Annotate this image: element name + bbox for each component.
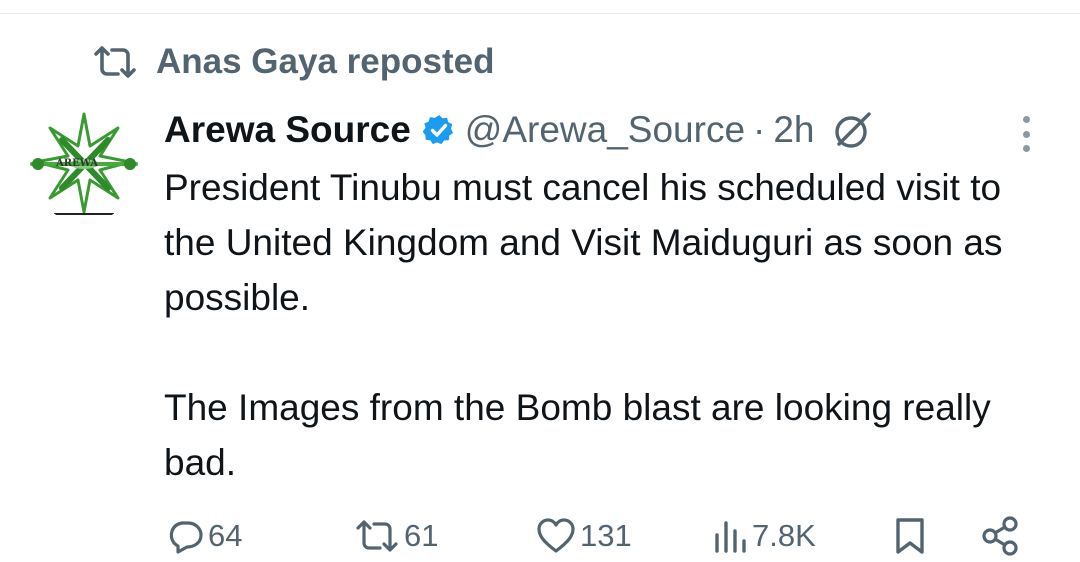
share-icon (980, 515, 1022, 557)
bookmark-button[interactable] (892, 510, 928, 562)
repost-label[interactable]: Anas Gaya reposted (156, 42, 494, 82)
reply-icon (166, 517, 204, 555)
action-bar: 64 61 131 7.8K (0, 510, 1080, 562)
repost-button[interactable]: 61 (354, 510, 438, 562)
views-button[interactable]: 7.8K (712, 510, 816, 562)
bookmark-icon (892, 516, 928, 556)
author-name[interactable]: Arewa Source (164, 109, 411, 151)
repost-icon (92, 45, 138, 79)
tweet-header: Arewa Source @Arewa_Source · 2h (164, 106, 875, 154)
svg-text:AREWA: AREWA (55, 158, 98, 169)
timestamp[interactable]: 2h (773, 109, 814, 151)
repost-context[interactable]: Anas Gaya reposted (92, 40, 494, 84)
author-handle[interactable]: @Arewa_Source (465, 109, 745, 151)
reply-button[interactable]: 64 (166, 510, 242, 562)
heart-icon (536, 517, 576, 555)
tweet-text: President Tinubu must cancel his schedul… (164, 160, 1044, 490)
view-count: 7.8K (752, 518, 816, 553)
like-button[interactable]: 131 (536, 510, 632, 562)
repost-icon (354, 517, 400, 555)
analytics-icon (712, 517, 748, 555)
more-options-icon[interactable] (1016, 112, 1036, 156)
grok-icon[interactable] (831, 108, 875, 152)
reply-count: 64 (208, 518, 243, 553)
tweet-paragraph: President Tinubu must cancel his schedul… (164, 167, 1003, 318)
separator-dot: · (753, 109, 766, 150)
share-button[interactable] (980, 510, 1022, 562)
verified-badge-icon[interactable] (422, 114, 455, 146)
top-divider (0, 0, 1080, 14)
repost-count: 61 (404, 518, 439, 553)
tweet-paragraph: The Images from the Bomb blast are looki… (164, 387, 991, 483)
arewa-logo: AREWA (26, 106, 142, 222)
avatar[interactable]: AREWA (26, 106, 142, 222)
like-count: 131 (580, 518, 632, 553)
